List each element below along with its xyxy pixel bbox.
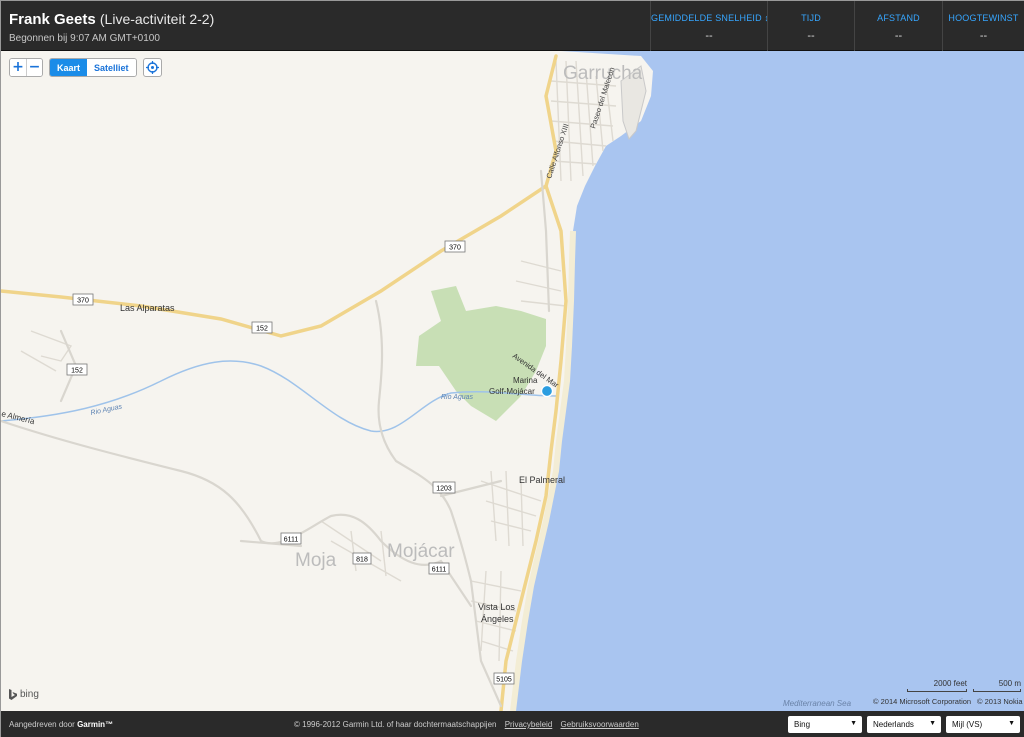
zoom-control: + − xyxy=(9,58,43,77)
bing-icon xyxy=(9,689,17,700)
stat-value: -- xyxy=(894,30,903,42)
map-controls: + − Kaart Satelliet xyxy=(9,58,162,77)
chevron-down-icon: ▼ xyxy=(1008,720,1015,727)
label-mojacar-playa: Moja xyxy=(295,550,337,571)
stat-average-speed[interactable]: GEMIDDELDE SNELHEID ↕ -- xyxy=(650,1,769,51)
powered-by-text: Aangedreven door xyxy=(9,720,75,729)
page-title: Frank Geets (Live-activiteit 2-2) xyxy=(9,11,214,28)
app-root: Frank Geets (Live-activiteit 2-2) Begonn… xyxy=(0,0,1024,737)
stat-label[interactable]: TIJD xyxy=(768,13,854,23)
terms-link[interactable]: Gebruiksvoorwaarden xyxy=(561,720,639,729)
stat-value: -- xyxy=(807,30,815,42)
scale-feet: 2000 feet xyxy=(907,679,967,692)
athlete-name: Frank Geets xyxy=(9,11,96,28)
units-value: Mijl (VS) xyxy=(952,720,983,729)
start-time: Begonnen bij 9:07 AM GMT+0100 xyxy=(9,33,160,44)
footer-legal: © 1996-2012 Garmin Ltd. of haar dochterm… xyxy=(294,720,639,729)
stat-label[interactable]: GEMIDDELDE SNELHEID ↕ xyxy=(651,13,769,23)
shield-1203: 1203 xyxy=(436,486,452,493)
location-marker xyxy=(540,384,554,398)
language-value: Nederlands xyxy=(873,720,914,729)
garmin-brand: Garmin™ xyxy=(77,720,114,729)
shield-152-west: 152 xyxy=(71,368,83,375)
stat-label[interactable]: AFSTAND xyxy=(855,13,942,23)
stat-elevation-gain[interactable]: HOOGTEWINST -- xyxy=(942,1,1024,51)
activity-header: Frank Geets (Live-activiteit 2-2) Begonn… xyxy=(1,1,1024,51)
scale-feet-bar xyxy=(907,689,967,692)
zoom-out-button[interactable]: − xyxy=(26,59,42,76)
stat-time[interactable]: TIJD -- xyxy=(767,1,854,51)
map-provider-select[interactable]: Bing ▼ xyxy=(788,716,862,733)
map-type-map-button[interactable]: Kaart xyxy=(50,59,88,76)
shield-370: 370 xyxy=(449,245,461,252)
privacy-link[interactable]: Privacybeleid xyxy=(505,720,553,729)
scale-meters-label: 500 m xyxy=(998,679,1021,688)
map-provider-value: Bing xyxy=(794,720,811,729)
label-el-palmeral: El Palmeral xyxy=(519,475,565,485)
language-select[interactable]: Nederlands ▼ xyxy=(867,716,941,733)
chevron-down-icon: ▼ xyxy=(850,720,857,727)
scale-meters-bar xyxy=(973,689,1021,692)
shield-818: 818 xyxy=(356,557,368,564)
label-las-alparatas: Las Alparatas xyxy=(120,303,175,313)
zoom-in-button[interactable]: + xyxy=(10,59,26,76)
chevron-down-icon: ▼ xyxy=(929,720,936,727)
units-select[interactable]: Mijl (VS) ▼ xyxy=(946,716,1020,733)
label-mojacar: Mojácar xyxy=(387,541,455,562)
map-type-satellite-button[interactable]: Satelliet xyxy=(87,59,136,76)
label-river: Rio Aguas xyxy=(441,394,474,401)
map-svg[interactable]: Garrucha Paseo del Malecón Calle Alfonso… xyxy=(1,51,1024,711)
crosshair-icon xyxy=(145,61,159,74)
scale-meters: 500 m xyxy=(973,679,1021,692)
activity-label: (Live-activiteit 2-2) xyxy=(99,11,215,27)
shield-152: 152 xyxy=(256,326,268,333)
scale-feet-label: 2000 feet xyxy=(933,679,967,688)
stat-label[interactable]: HOOGTEWINST xyxy=(943,13,1024,23)
bing-logo: bing xyxy=(9,689,39,700)
copyright-nokia: © 2013 Nokia xyxy=(977,697,1023,706)
stat-value: -- xyxy=(705,30,713,42)
shield-5105: 5105 xyxy=(496,677,512,684)
label-marina: Marina xyxy=(513,376,538,385)
copyright-microsoft: © 2014 Microsoft Corporation xyxy=(873,697,972,706)
label-angeles: Ángeles xyxy=(481,614,514,624)
map-type-toggle: Kaart Satelliet xyxy=(49,58,137,77)
shield-370-west: 370 xyxy=(77,298,89,305)
label-vista: Vista Los xyxy=(478,602,515,612)
title-block: Frank Geets (Live-activiteit 2-2) Begonn… xyxy=(9,11,214,44)
page-footer: Aangedreven door Garmin™ © 1996-2012 Gar… xyxy=(1,711,1024,737)
map-canvas[interactable]: Garrucha Paseo del Malecón Calle Alfonso… xyxy=(1,51,1024,711)
stat-value: -- xyxy=(979,30,988,42)
label-mediterranean: Mediterranean Sea xyxy=(783,699,852,708)
stat-distance[interactable]: AFSTAND -- xyxy=(854,1,942,51)
bing-wordmark: bing xyxy=(20,689,39,700)
shield-6111: 6111 xyxy=(284,537,299,544)
footer-copyright: © 1996-2012 Garmin Ltd. of haar dochterm… xyxy=(294,720,497,729)
powered-by: Aangedreven door Garmin™ xyxy=(9,720,113,729)
shield-6111-east: 6111 xyxy=(432,567,447,574)
locate-button[interactable] xyxy=(142,58,162,77)
label-marina-golf: Golf-Mojácar xyxy=(489,387,535,396)
